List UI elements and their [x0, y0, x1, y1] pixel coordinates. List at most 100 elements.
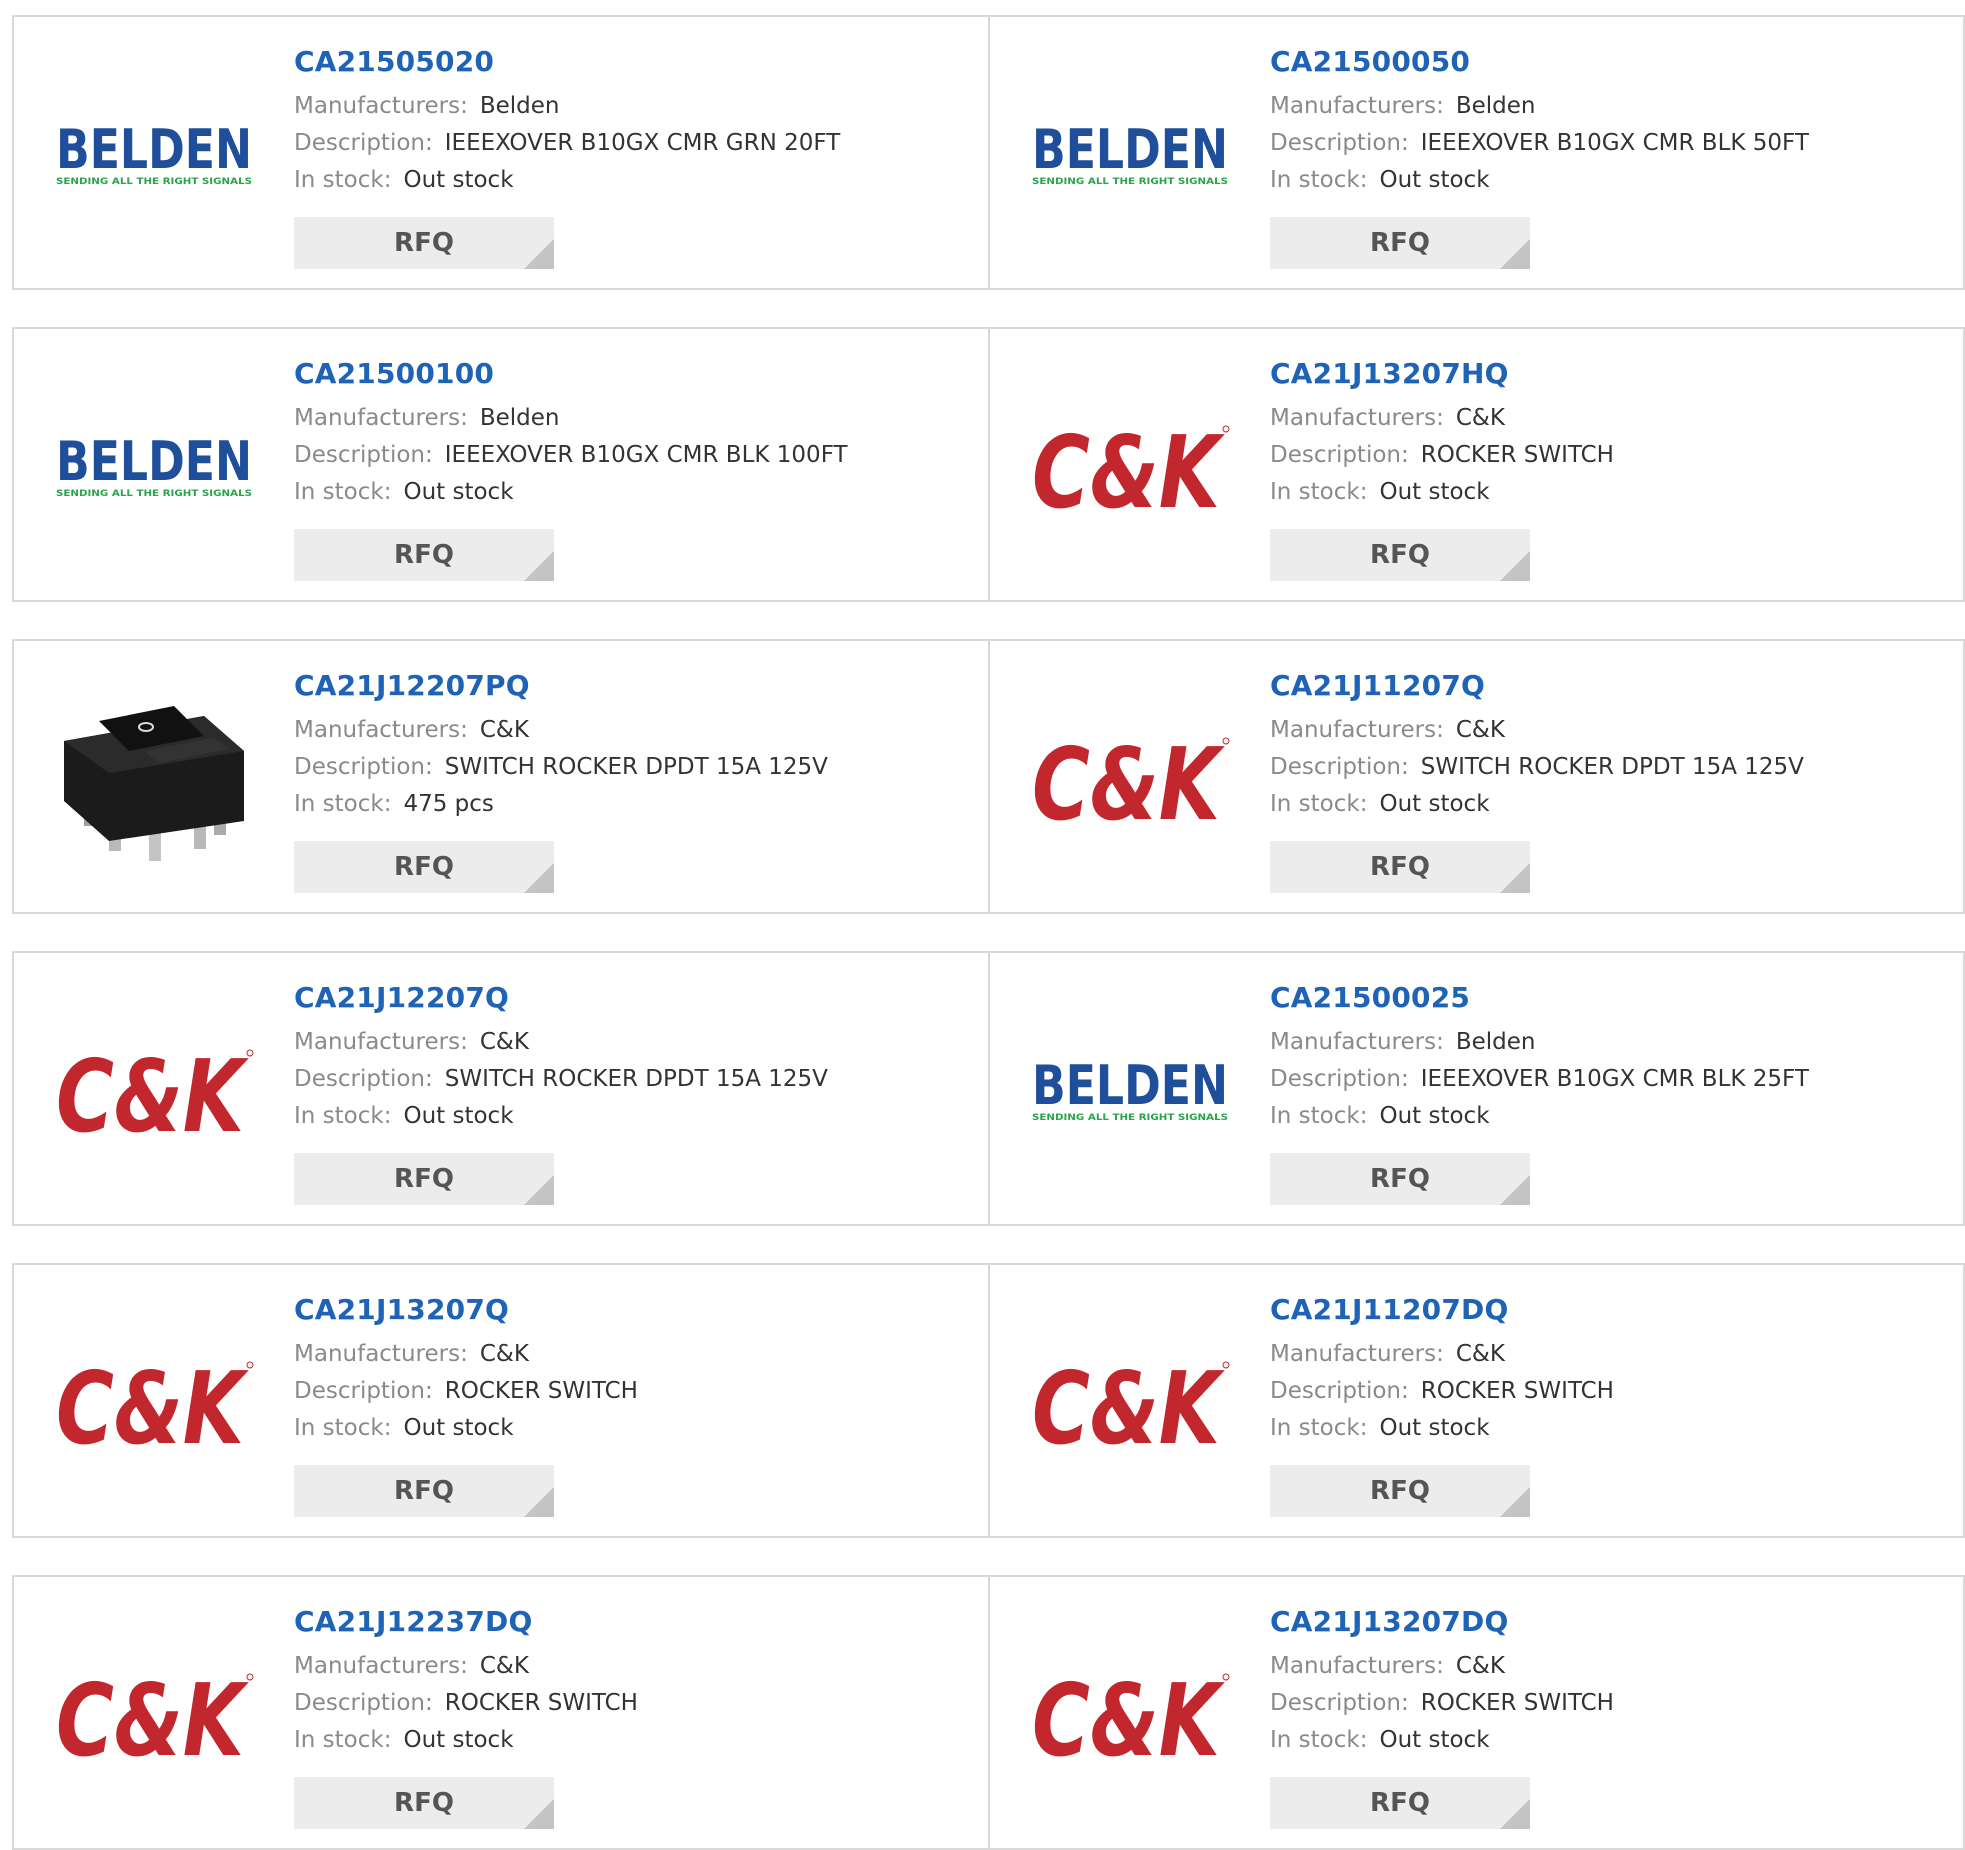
- product-card: BELDEN SENDING ALL THE RIGHT SIGNALS CA21…: [12, 327, 990, 602]
- product-card: CA21J12207PQ Manufacturers: C&K Descripti…: [12, 639, 990, 914]
- corner-triangle-icon: [1500, 1487, 1530, 1517]
- rfq-button[interactable]: RFQ: [294, 217, 554, 269]
- rfq-button[interactable]: RFQ: [1270, 1777, 1530, 1829]
- svg-text:SENDING ALL THE RIGHT SIGNALS: SENDING ALL THE RIGHT SIGNALS: [56, 177, 252, 187]
- description-row: Description: SWITCH ROCKER DPDT 15A 125V: [294, 749, 978, 786]
- manufacturer-row: Manufacturers: Belden: [1270, 88, 1953, 125]
- product-info: CA21J13207Q Manufacturers: C&K Descriptio…: [294, 1293, 978, 1447]
- rfq-button[interactable]: RFQ: [1270, 217, 1530, 269]
- product-logo[interactable]: C&K: [1030, 384, 1230, 554]
- rfq-button[interactable]: RFQ: [1270, 1153, 1530, 1205]
- product-card: BELDEN SENDING ALL THE RIGHT SIGNALS CA21…: [990, 951, 1965, 1226]
- description-row: Description: IEEEXOVER B10GX CMR GRN 20FT: [294, 125, 978, 162]
- ck-logo-icon: C&K: [1032, 1355, 1230, 1455]
- part-number-link[interactable]: CA21500025: [1270, 981, 1953, 1015]
- rfq-button[interactable]: RFQ: [294, 841, 554, 893]
- corner-triangle-icon: [524, 1487, 554, 1517]
- rfq-button[interactable]: RFQ: [1270, 1465, 1530, 1517]
- stock-value: Out stock: [403, 479, 514, 505]
- part-number-link[interactable]: CA21505020: [294, 45, 978, 79]
- rfq-label: RFQ: [394, 852, 454, 882]
- manufacturer-row: Manufacturers: C&K: [294, 1336, 978, 1373]
- product-logo[interactable]: C&K: [54, 1632, 254, 1802]
- product-logo[interactable]: BELDEN SENDING ALL THE RIGHT SIGNALS: [54, 384, 254, 554]
- product-card: C&K CA21J13207HQ Manufacturers: C&K Descr…: [990, 327, 1965, 602]
- manufacturer-row: Manufacturers: Belden: [294, 400, 978, 437]
- description-value: ROCKER SWITCH: [1420, 1690, 1614, 1716]
- product-card: C&K CA21J11207DQ Manufacturers: C&K Descr…: [990, 1263, 1965, 1538]
- description-label: Description:: [294, 1378, 433, 1404]
- rfq-label: RFQ: [1370, 228, 1430, 258]
- description-label: Description:: [1270, 754, 1409, 780]
- stock-value: 475 pcs: [403, 791, 494, 817]
- manufacturer-label: Manufacturers:: [1270, 1029, 1444, 1055]
- manufacturer-row: Manufacturers: C&K: [1270, 1336, 1953, 1373]
- manufacturer-row: Manufacturers: C&K: [1270, 400, 1953, 437]
- svg-text:BELDEN: BELDEN: [56, 434, 252, 493]
- corner-triangle-icon: [1500, 1799, 1530, 1829]
- description-label: Description:: [294, 442, 433, 468]
- product-info: CA21J11207DQ Manufacturers: C&K Descripti…: [1270, 1293, 1953, 1447]
- rfq-label: RFQ: [394, 228, 454, 258]
- description-row: Description: SWITCH ROCKER DPDT 15A 125V: [294, 1061, 978, 1098]
- svg-text:C&K: C&K: [1032, 1667, 1225, 1767]
- manufacturer-label: Manufacturers:: [1270, 717, 1444, 743]
- svg-text:BELDEN: BELDEN: [56, 122, 252, 181]
- manufacturer-label: Manufacturers:: [294, 1341, 468, 1367]
- part-number-link[interactable]: CA21500050: [1270, 45, 1953, 79]
- manufacturer-row: Manufacturers: C&K: [294, 1024, 978, 1061]
- svg-text:C&K: C&K: [56, 1355, 249, 1455]
- rfq-button[interactable]: RFQ: [294, 1777, 554, 1829]
- rfq-button[interactable]: RFQ: [294, 529, 554, 581]
- stock-row: In stock: Out stock: [294, 1722, 978, 1759]
- product-logo[interactable]: BELDEN SENDING ALL THE RIGHT SIGNALS: [1030, 72, 1230, 242]
- product-logo[interactable]: C&K: [1030, 696, 1230, 866]
- part-number-link[interactable]: CA21500100: [294, 357, 978, 391]
- description-row: Description: IEEEXOVER B10GX CMR BLK 50FT: [1270, 125, 1953, 162]
- description-label: Description:: [294, 754, 433, 780]
- corner-triangle-icon: [1500, 551, 1530, 581]
- description-value: IEEEXOVER B10GX CMR GRN 20FT: [444, 130, 841, 156]
- manufacturer-value: C&K: [479, 1341, 529, 1367]
- product-logo[interactable]: C&K: [1030, 1632, 1230, 1802]
- rfq-button[interactable]: RFQ: [294, 1465, 554, 1517]
- product-logo[interactable]: C&K: [54, 1008, 254, 1178]
- product-grid: BELDEN SENDING ALL THE RIGHT SIGNALS CA21…: [12, 15, 1965, 1850]
- rfq-label: RFQ: [394, 540, 454, 570]
- product-logo[interactable]: BELDEN SENDING ALL THE RIGHT SIGNALS: [1030, 1008, 1230, 1178]
- part-number-link[interactable]: CA21J12207PQ: [294, 669, 978, 703]
- description-row: Description: ROCKER SWITCH: [1270, 1685, 1953, 1722]
- rfq-label: RFQ: [394, 1164, 454, 1194]
- stock-value: Out stock: [1379, 1415, 1490, 1441]
- part-number-link[interactable]: CA21J11207DQ: [1270, 1293, 1953, 1327]
- product-logo[interactable]: [54, 696, 254, 866]
- svg-text:C&K: C&K: [56, 1043, 249, 1143]
- rfq-button[interactable]: RFQ: [1270, 529, 1530, 581]
- product-logo[interactable]: C&K: [1030, 1320, 1230, 1490]
- manufacturer-value: C&K: [1455, 405, 1505, 431]
- svg-text:BELDEN: BELDEN: [1032, 1058, 1228, 1117]
- part-number-link[interactable]: CA21J13207HQ: [1270, 357, 1953, 391]
- belden-logo-icon: BELDENSENDING ALL THE RIGHT SIGNALS: [56, 434, 252, 499]
- product-logo[interactable]: BELDEN SENDING ALL THE RIGHT SIGNALS: [54, 72, 254, 242]
- product-logo[interactable]: C&K: [54, 1320, 254, 1490]
- belden-logo-icon: BELDENSENDING ALL THE RIGHT SIGNALS: [1032, 122, 1228, 187]
- part-number-link[interactable]: CA21J11207Q: [1270, 669, 1953, 703]
- manufacturer-label: Manufacturers:: [1270, 1341, 1444, 1367]
- part-number-link[interactable]: CA21J13207Q: [294, 1293, 978, 1327]
- part-number-link[interactable]: CA21J12237DQ: [294, 1605, 978, 1639]
- manufacturer-value: Belden: [479, 93, 560, 119]
- description-value: SWITCH ROCKER DPDT 15A 125V: [444, 1066, 828, 1092]
- manufacturer-label: Manufacturers:: [294, 405, 468, 431]
- corner-triangle-icon: [524, 863, 554, 893]
- part-number-link[interactable]: CA21J12207Q: [294, 981, 978, 1015]
- rfq-button[interactable]: RFQ: [1270, 841, 1530, 893]
- part-number-link[interactable]: CA21J13207DQ: [1270, 1605, 1953, 1639]
- rfq-button[interactable]: RFQ: [294, 1153, 554, 1205]
- manufacturer-label: Manufacturers:: [294, 1029, 468, 1055]
- manufacturer-row: Manufacturers: C&K: [294, 1648, 978, 1685]
- stock-value: Out stock: [1379, 479, 1490, 505]
- stock-row: In stock: Out stock: [294, 1098, 978, 1135]
- rfq-label: RFQ: [394, 1476, 454, 1506]
- product-info: CA21500100 Manufacturers: Belden Descript…: [294, 357, 978, 511]
